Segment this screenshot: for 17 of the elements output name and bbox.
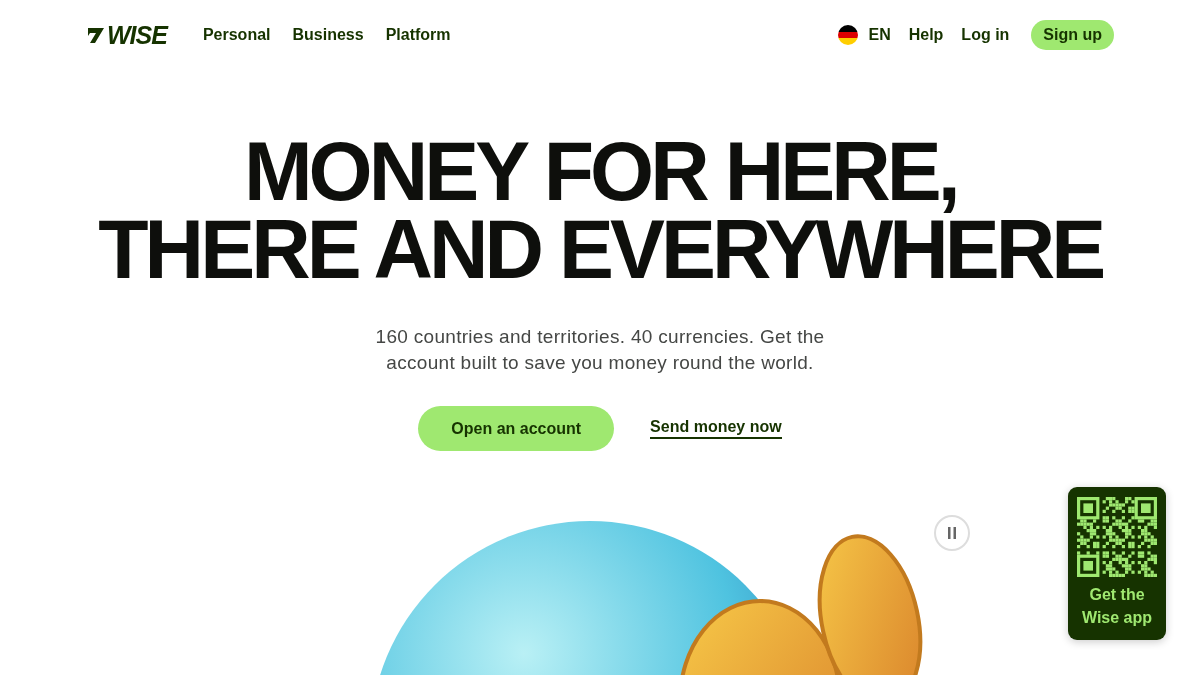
nav-link[interactable]: Business: [292, 26, 364, 44]
app-card-label: Get the Wise app: [1080, 585, 1154, 628]
hero-subtitle: 160 countries and territories. 40 currencies. Get the account built to save you money round the world.: [374, 325, 826, 375]
pause-button[interactable]: [934, 515, 970, 551]
nav-link[interactable]: Platform: [385, 26, 451, 44]
germany-flag-icon[interactable]: [838, 25, 859, 45]
open-account-button[interactable]: Open an account: [418, 406, 615, 451]
header-link[interactable]: Help: [908, 26, 944, 44]
sign-up-button[interactable]: Sign up: [1031, 20, 1114, 50]
header-link[interactable]: Log in: [961, 26, 1010, 44]
wise-logo[interactable]: WISE: [86, 20, 167, 50]
hero-headline: MONEY FOR HERE, THERE AND EVERYWHERE: [97, 132, 1103, 288]
nav-link[interactable]: Personal: [202, 26, 271, 44]
send-money-link[interactable]: Send money now: [650, 418, 782, 439]
app-download-card[interactable]: Get the Wise app: [1068, 487, 1166, 640]
language-selector[interactable]: EN: [868, 26, 891, 44]
pause-icon: [947, 527, 957, 539]
